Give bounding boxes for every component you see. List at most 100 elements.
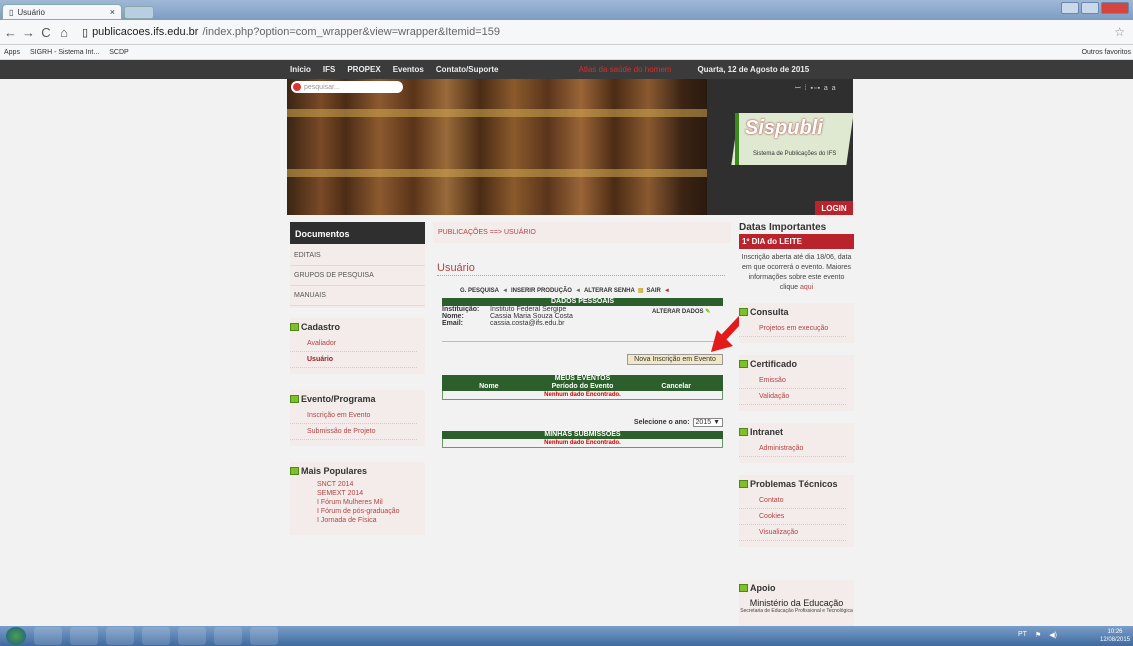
link-grupos[interactable]: GRUPOS DE PESQUISA [290, 266, 425, 286]
volume-icon[interactable]: ◀) [1049, 631, 1057, 639]
ano-selector-row: Selecione o ano: 2015 ▼ [442, 418, 723, 427]
link-popular[interactable]: SEMEXT 2014 [290, 489, 425, 498]
apoio-title: Apoio [750, 583, 776, 593]
empty-message: Nenhum dado Encontrado. [442, 391, 723, 400]
home-icon[interactable]: ⌂ [58, 25, 70, 40]
link-inscricao-evento[interactable]: Inscrição em Evento [290, 408, 417, 424]
browser-navbar: ← → C ⌂ ▯ publicacoes.ifs.edu.br/index.p… [0, 20, 1133, 45]
datas-title: Datas Importantes [739, 222, 827, 233]
link-popular[interactable]: I Fórum de pós-graduação [290, 507, 425, 516]
folder-icon [290, 467, 299, 475]
col-nome: Nome [479, 383, 499, 390]
consulta-box: Consulta Projetos em execução [739, 303, 854, 343]
back-icon[interactable]: ← [4, 25, 17, 40]
link-editais[interactable]: EDITAIS [290, 246, 425, 266]
chrome-icon[interactable] [178, 627, 206, 645]
link-validacao[interactable]: Validação [739, 389, 846, 405]
font-size-controls[interactable]: ꟷ ⁞ ▪▫▪ a a [795, 84, 837, 93]
documentos-title: Documentos [290, 222, 425, 244]
link-manuais[interactable]: MANUAIS [290, 286, 425, 306]
link-visualizacao[interactable]: Visualização [739, 525, 846, 541]
clock[interactable]: 10:26 12/08/2015 [1100, 628, 1130, 644]
word-icon[interactable] [214, 627, 242, 645]
link-avaliador[interactable]: Avaliador [290, 336, 417, 352]
news-ticker[interactable]: Atlas da saúde do homem [578, 65, 671, 74]
minimize-button[interactable] [1061, 2, 1079, 14]
page-icon: ▯ [82, 26, 89, 39]
start-button[interactable] [6, 627, 26, 645]
bookmark-apps[interactable]: Apps [4, 49, 20, 56]
folder-icon [739, 480, 748, 488]
book-band [287, 169, 707, 177]
bookmark-scdp[interactable]: SCDP [109, 49, 128, 56]
nova-inscricao-button[interactable]: Nova Inscrição em Evento [627, 354, 723, 365]
link-cookies[interactable]: Cookies [739, 509, 846, 525]
browser-tab[interactable]: ▯ Usuário × [2, 4, 122, 20]
documentos-list: EDITAIS GRUPOS DE PESQUISA MANUAIS [290, 244, 425, 308]
site-nav: Início IFS PROPEX Eventos Contato/Suport… [290, 60, 809, 79]
folder-icon [290, 323, 299, 331]
nav-contato[interactable]: Contato/Suporte [436, 65, 499, 74]
login-button[interactable]: LOGIN [815, 201, 853, 215]
flag-icon[interactable]: ⚑ [1035, 631, 1041, 639]
breadcrumb[interactable]: PUBLICAÇÕES ==> USUÁRIO [433, 222, 731, 243]
search-input[interactable]: pesquisar... [291, 81, 403, 93]
intranet-box: Intranet Administração [739, 423, 854, 463]
close-window-button[interactable] [1101, 2, 1129, 14]
folder-icon [739, 428, 748, 436]
address-bar[interactable]: ▯ publicacoes.ifs.edu.br/index.php?optio… [82, 26, 500, 39]
forward-icon[interactable]: → [22, 25, 35, 40]
nome-value: Cassia Maria Souza Costa [490, 313, 573, 320]
certificado-heading: Certificado [739, 359, 854, 369]
nav-propex[interactable]: PROPEX [347, 65, 380, 74]
nav-ifs[interactable]: IFS [323, 65, 335, 74]
action-sair[interactable]: SAIR [647, 288, 661, 294]
divider [442, 341, 723, 342]
reload-icon[interactable]: C [40, 25, 52, 40]
nav-eventos[interactable]: Eventos [393, 65, 424, 74]
ie-icon[interactable] [34, 627, 62, 645]
ano-select[interactable]: 2015 ▼ [692, 418, 723, 427]
link-usuario[interactable]: Usuário [290, 352, 417, 368]
other-bookmarks[interactable]: Outros favoritos [1082, 49, 1131, 56]
apoio-box: Apoio Ministério da Educação Secretaria … [739, 580, 854, 626]
link-contato[interactable]: Contato [739, 493, 846, 509]
aqui-link[interactable]: aqui [800, 284, 813, 291]
email-value: cassia.costa@ifs.edu.br [490, 320, 565, 327]
bookmark-sigrh[interactable]: SIGRH - Sistema Int... [30, 49, 99, 56]
populares-title: Mais Populares [301, 466, 368, 476]
url-host: publicacoes.ifs.edu.br [92, 26, 199, 38]
link-popular[interactable]: I Jornada de Física [290, 516, 425, 525]
link-popular[interactable]: SNCT 2014 [290, 480, 425, 489]
mec-subtitle: Secretaria de Educação Profissional e Te… [740, 608, 853, 614]
paint-icon[interactable] [250, 627, 278, 645]
tab-close-icon[interactable]: × [110, 7, 115, 17]
action-inserir-producao[interactable]: INSERIR PRODUÇÃO [511, 288, 572, 294]
leite-text: Inscrição aberta até dia 18/06, data em … [739, 249, 854, 297]
language-indicator[interactable]: PT [1018, 631, 1027, 639]
col-periodo: Período do Evento [551, 383, 614, 390]
consulta-heading: Consulta [739, 307, 854, 317]
action-alterar-senha[interactable]: ALTERAR SENHA [584, 288, 635, 294]
mec-logo-text[interactable]: Ministério da Educação [739, 598, 854, 608]
submissoes-header: MINHAS SUBMISSÕES [442, 431, 723, 439]
link-submissao-projeto[interactable]: Submissão de Projeto [290, 424, 417, 440]
folder-icon [739, 308, 748, 316]
link-popular[interactable]: I Fórum Mulheres Mil [290, 498, 425, 507]
alterar-dados-link[interactable]: ALTERAR DADOS ✎ [652, 308, 710, 315]
maximize-button[interactable] [1081, 2, 1099, 14]
certificado-box: Certificado Emissão Validação [739, 355, 854, 411]
media-icon[interactable] [142, 627, 170, 645]
problemas-heading: Problemas Técnicos [739, 479, 854, 489]
link-administracao[interactable]: Administração [739, 441, 846, 457]
leite-banner[interactable]: 1º DIA do LEITE [739, 234, 854, 249]
nav-inicio[interactable]: Início [290, 65, 311, 74]
tab-title: Usuário [17, 7, 45, 17]
action-pesquisa[interactable]: G. PESQUISA [460, 288, 499, 294]
pdf-icon[interactable] [106, 627, 134, 645]
link-projetos[interactable]: Projetos em execução [739, 321, 846, 337]
new-tab-button[interactable] [124, 6, 154, 19]
bookmark-star-icon[interactable]: ☆ [1114, 25, 1125, 39]
explorer-icon[interactable] [70, 627, 98, 645]
link-emissao[interactable]: Emissão [739, 373, 846, 389]
